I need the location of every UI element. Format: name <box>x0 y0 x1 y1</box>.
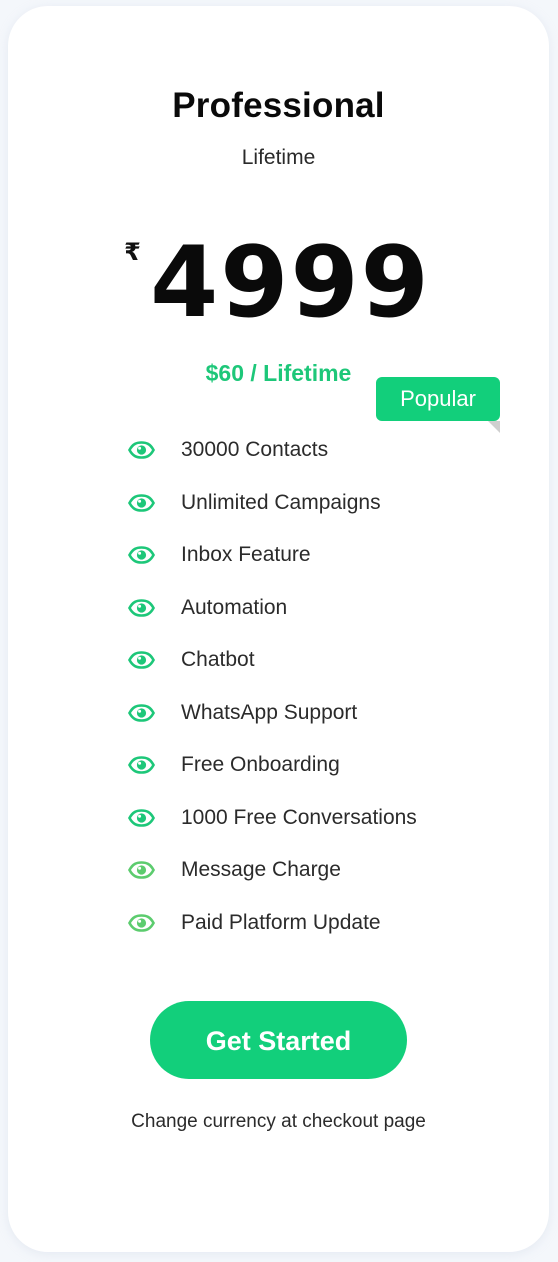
feature-label: WhatsApp Support <box>181 700 358 724</box>
feature-label: Chatbot <box>181 648 255 672</box>
eye-icon <box>128 913 155 932</box>
feature-item: Unlimited Campaigns <box>128 477 417 530</box>
feature-item: 1000 Free Conversations <box>128 792 417 845</box>
feature-label: Message Charge <box>181 858 341 882</box>
feature-label: Automation <box>181 595 288 619</box>
feature-label: Free Onboarding <box>181 753 340 777</box>
popular-badge: Popular <box>376 377 500 421</box>
feature-label: 1000 Free Conversations <box>181 805 417 829</box>
get-started-button[interactable]: Get Started <box>150 1001 407 1079</box>
plan-title: Professional <box>172 86 385 125</box>
eye-icon <box>128 703 155 722</box>
eye-icon <box>128 546 155 565</box>
eye-icon <box>128 756 155 775</box>
feature-item: WhatsApp Support <box>128 687 417 740</box>
feature-item: Paid Platform Update <box>128 897 417 950</box>
eye-icon <box>128 651 155 670</box>
eye-icon <box>128 861 155 880</box>
price-amount: 4999 <box>150 226 431 340</box>
feature-item: 30000 Contacts <box>128 424 417 477</box>
feature-label: 30000 Contacts <box>181 438 329 462</box>
feature-item: Chatbot <box>128 634 417 687</box>
eye-icon <box>128 808 155 827</box>
eye-icon <box>128 441 155 460</box>
feature-label: Inbox Feature <box>181 543 311 567</box>
feature-item: Free Onboarding <box>128 739 417 792</box>
feature-label: Unlimited Campaigns <box>181 490 381 514</box>
eye-icon <box>128 598 155 617</box>
feature-item: Inbox Feature <box>128 529 417 582</box>
feature-list: 30000 Contacts Unlimited Campaigns Inbox F… <box>128 424 417 949</box>
price-block: ₹ 4999 <box>8 228 549 338</box>
badge-fold <box>488 421 500 433</box>
currency-symbol: ₹ <box>124 238 141 266</box>
eye-icon <box>128 493 155 512</box>
feature-item: Automation <box>128 582 417 635</box>
pricing-card: Professional Lifetime ₹ 4999 $60 / Lifet… <box>8 6 549 1252</box>
plan-period: Lifetime <box>241 146 316 169</box>
feature-item: Message Charge <box>128 844 417 897</box>
feature-label: Paid Platform Update <box>181 910 381 934</box>
currency-note: Change currency at checkout page <box>131 1111 426 1132</box>
